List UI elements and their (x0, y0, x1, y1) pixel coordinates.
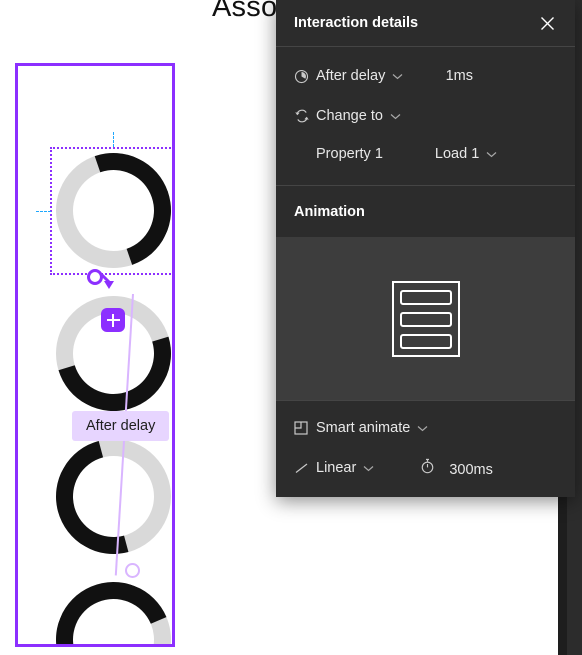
animation-controls: Smart animate Linear 300ms (276, 400, 575, 497)
action-row[interactable]: Change to (276, 101, 575, 131)
animation-preview-thumbnail (391, 280, 460, 357)
action-label: Change to (316, 108, 383, 124)
close-icon (540, 16, 554, 30)
chevron-down-icon[interactable] (363, 465, 374, 472)
trigger-row[interactable]: After delay 1ms (276, 61, 575, 91)
connection-trigger-label[interactable]: After delay (72, 411, 170, 441)
measurement-guide-top (113, 132, 114, 147)
duration-field[interactable]: 300ms (420, 458, 493, 478)
chevron-down-icon[interactable] (417, 425, 428, 432)
loading-spinner-3[interactable] (34, 417, 172, 576)
spinner-arc (34, 417, 172, 576)
property-label: Property 1 (316, 146, 383, 162)
loading-spinner-4[interactable] (38, 564, 172, 644)
spinner-arc (38, 564, 172, 644)
preview-bar (399, 311, 452, 327)
timer-icon (294, 69, 316, 84)
page-title: Asso (212, 0, 278, 23)
measurement-guide-left (36, 211, 51, 212)
panel-header: Interaction details (276, 0, 575, 47)
connection-end-handle[interactable] (125, 563, 140, 578)
animation-section-title: Animation (294, 203, 365, 220)
trigger-label: After delay (316, 68, 386, 84)
smart-animate-icon (294, 421, 316, 435)
linear-curve-icon (294, 461, 316, 475)
spinner-arc (36, 133, 172, 288)
animation-type-row[interactable]: Smart animate (276, 413, 575, 443)
plus-icon (111, 313, 115, 327)
add-interaction-button[interactable] (101, 308, 125, 332)
easing-label: Linear (316, 460, 357, 476)
animation-section-header: Animation (276, 185, 575, 237)
trigger-delay-value[interactable]: 1ms (446, 68, 473, 84)
property-value: Load 1 (434, 146, 480, 162)
panel-title: Interaction details (294, 15, 419, 31)
animation-preview-area[interactable] (276, 237, 575, 400)
change-to-icon (294, 108, 316, 124)
spinner-arc (35, 275, 172, 432)
preview-bar (399, 333, 452, 349)
loading-spinner-1[interactable] (36, 133, 172, 288)
prototype-frame[interactable]: After delay (15, 63, 175, 647)
property-row[interactable]: Property 1 Load 1 (276, 139, 575, 169)
trigger-section: After delay 1ms Change to Property 1 Loa… (276, 47, 575, 185)
preview-bar (399, 289, 452, 305)
property-value-dropdown[interactable]: Load 1 (435, 146, 497, 162)
chevron-down-icon[interactable] (392, 73, 403, 80)
chevron-down-icon (486, 151, 497, 158)
interaction-details-panel[interactable]: Interaction details After delay 1ms Chan… (276, 0, 575, 497)
easing-row[interactable]: Linear 300ms (276, 453, 575, 483)
duration-value: 300ms (449, 462, 493, 478)
chevron-down-icon[interactable] (390, 113, 401, 120)
connection-arrow-icon (99, 272, 121, 299)
stopwatch-icon (420, 458, 435, 474)
animation-type-label: Smart animate (316, 420, 411, 436)
close-button[interactable] (533, 9, 561, 37)
